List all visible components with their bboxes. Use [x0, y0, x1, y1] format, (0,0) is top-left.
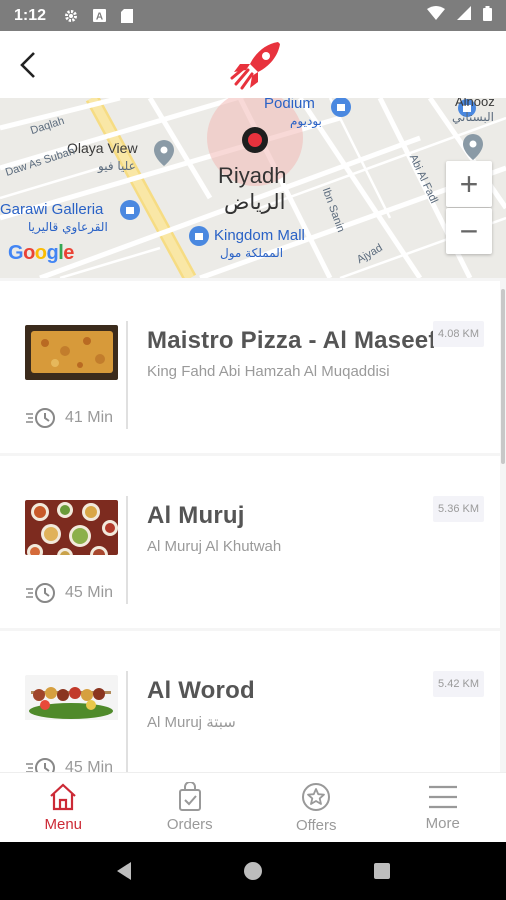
delivery-time: 45 Min	[25, 581, 113, 605]
delivery-time-label: 45 Min	[65, 584, 114, 601]
restaurant-card[interactable]: Al Worod Al Muruj سبتة 5.42 KM 45 Min	[0, 631, 500, 772]
system-recents-button[interactable]	[362, 851, 402, 891]
delivery-time: 45 Min	[25, 756, 113, 772]
map-city-label-ar: الرياض	[224, 190, 286, 214]
nav-orders[interactable]: Orders	[127, 773, 254, 842]
back-arrow-icon	[20, 52, 35, 78]
restaurant-name: Al Worod	[147, 677, 255, 704]
distance-badge: 5.42 KM	[433, 671, 484, 697]
map-view[interactable]: Podium بوديوم Olaya View عليا فيو Garawi…	[0, 98, 506, 278]
clock-icon	[26, 408, 55, 428]
clock-icon	[26, 583, 55, 603]
map-place-garawi-galleria: Garawi Galleria	[0, 201, 104, 218]
card-divider	[126, 321, 128, 429]
restaurant-address: Al Muruj Al Khutwah	[147, 538, 282, 555]
signal-icon	[457, 6, 471, 25]
square-recents-icon	[373, 863, 390, 879]
nav-more[interactable]: More	[380, 773, 506, 842]
wifi-icon	[427, 6, 445, 25]
restaurant-card[interactable]: Al Muruj Al Muruj Al Khutwah 5.36 KM 45 …	[0, 456, 500, 628]
system-home-button[interactable]	[233, 851, 273, 891]
delivery-time: 41 Min	[25, 406, 113, 430]
restaurant-name: Maistro Pizza - Al Maseef	[147, 327, 437, 354]
map-place-podium: Podium	[264, 98, 315, 112]
nav-offers[interactable]: Offers	[253, 773, 380, 842]
map-city-label: Riyadh	[218, 163, 287, 188]
nav-menu-label: Menu	[44, 816, 83, 833]
card-divider	[126, 496, 128, 604]
system-navigation-bar	[0, 842, 506, 900]
map-place-alnooz: Alnooz	[455, 98, 495, 109]
bottom-navigation: Menu Orders Offers More	[0, 772, 506, 842]
zoom-in-button[interactable]: +	[446, 161, 492, 207]
a-icon: A	[92, 9, 106, 23]
app-header	[0, 31, 506, 98]
restaurant-name: Al Muruj	[147, 502, 245, 529]
rocket-logo-icon	[230, 40, 282, 90]
nav-orders-label: Orders	[166, 816, 213, 833]
restaurant-image	[25, 325, 118, 380]
nav-more-label: More	[425, 815, 460, 832]
nav-offers-label: Offers	[295, 817, 337, 834]
status-bar: 1:12 A	[0, 0, 506, 31]
status-time: 1:12	[14, 6, 47, 24]
distance-badge: 4.08 KM	[433, 321, 484, 347]
delivery-time-label: 45 Min	[65, 759, 114, 772]
system-back-button[interactable]	[104, 851, 144, 891]
clock-icon	[26, 758, 55, 772]
delivery-time-label: 41 Min	[65, 409, 114, 426]
map-place-garawi-galleria-ar: القرعاوي قاليريا	[28, 220, 108, 234]
map-place-olaya-view-ar: عليا فيو	[98, 159, 136, 173]
map-place-olaya-view: Olaya View	[67, 140, 138, 156]
restaurant-address: Al Muruj سبتة	[147, 714, 236, 731]
restaurant-image	[25, 500, 118, 555]
hamburger-menu-icon	[428, 785, 457, 809]
card-divider	[126, 671, 128, 772]
battery-icon	[483, 5, 492, 26]
nav-menu[interactable]: Menu	[0, 773, 127, 842]
restaurant-card[interactable]: Maistro Pizza - Al Maseef King Fahd Abi …	[0, 281, 500, 453]
map-place-kingdom-mall: Kingdom Mall	[214, 227, 305, 244]
back-button[interactable]	[12, 49, 44, 81]
map-place-alnooz-ar: البستاني	[452, 110, 494, 124]
restaurant-list[interactable]: Maistro Pizza - Al Maseef King Fahd Abi …	[0, 278, 506, 772]
svg-text:A: A	[95, 12, 102, 23]
triangle-back-icon	[117, 862, 132, 880]
sd-card-icon	[120, 8, 134, 23]
home-icon	[50, 783, 76, 811]
google-attribution: Google	[8, 242, 74, 264]
list-scrollbar[interactable]	[501, 289, 505, 464]
gear-icon	[64, 9, 78, 23]
distance-badge: 5.36 KM	[433, 496, 484, 522]
map-place-podium-ar: بوديوم	[290, 114, 322, 128]
restaurant-image	[25, 675, 118, 730]
map-place-kingdom-mall-ar: المملكة مول	[220, 246, 284, 260]
zoom-out-button[interactable]: −	[446, 208, 492, 254]
circle-home-icon	[243, 862, 262, 880]
orders-bag-icon	[178, 782, 201, 811]
restaurant-address: King Fahd Abi Hamzah Al Muqaddisi	[147, 363, 390, 380]
offers-star-icon	[302, 783, 331, 811]
